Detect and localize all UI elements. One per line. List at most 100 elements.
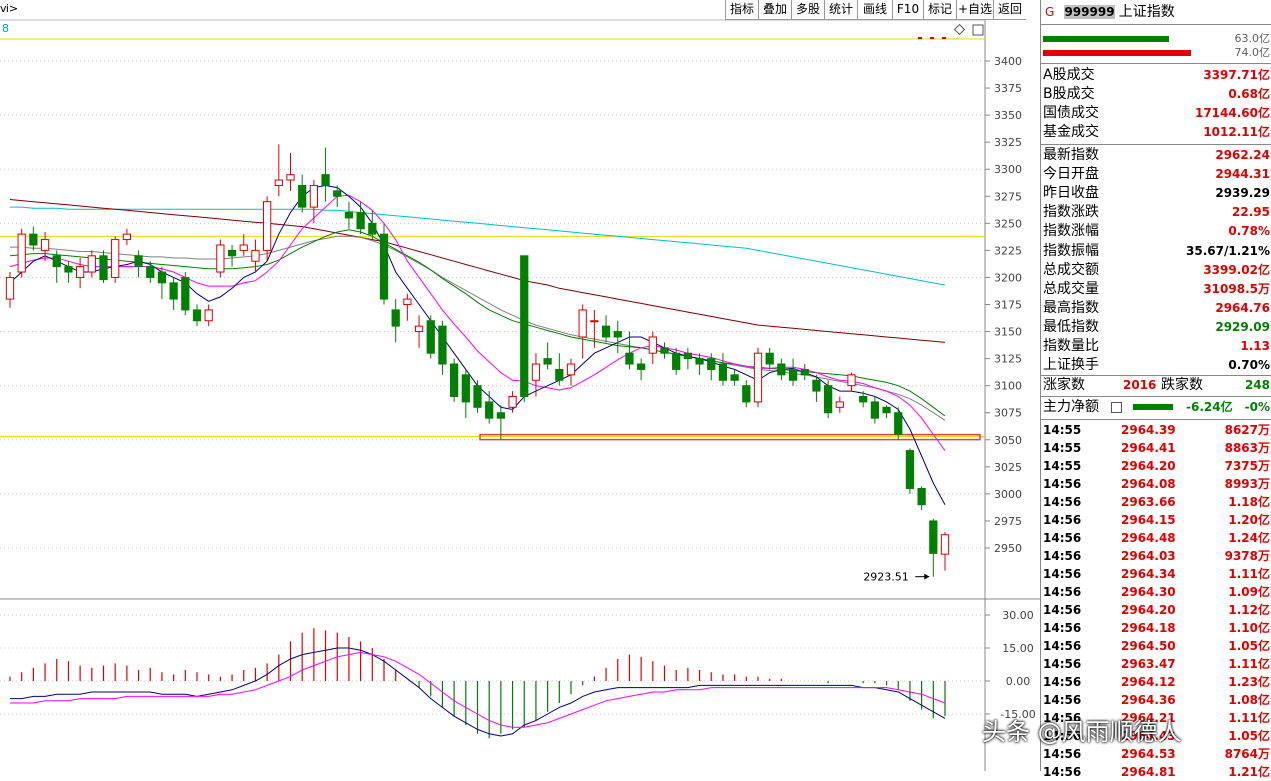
candle-body [777,363,786,376]
support-box [479,433,981,441]
stat-row: 上证换手 0.70% [1041,356,1271,375]
y-tick-label: 3225 [994,244,1022,257]
tick-volume: 1.09亿 [1228,585,1270,599]
up-label: 涨家数 [1043,377,1085,393]
toolbar-button-0[interactable]: 指标 [725,0,758,20]
candle-body [134,255,143,268]
chart-canvas[interactable]: 3400 3375 3350 3325 3300 3275 3250 3225 3200 3175… [0,0,1040,771]
candle-body [531,363,541,381]
diamond-icon [953,23,966,36]
stat-value: 2929.09 [1215,319,1270,334]
candle-body [450,363,459,397]
tick-row: 14:55 2964.20 7375万 [1041,457,1271,475]
tick-row: 14:56 2964.30 1.09亿 [1041,583,1271,601]
candle-body [940,534,950,555]
toolbar-button-1[interactable]: 叠加 [758,0,791,20]
y-tick-label: 3050 [994,434,1022,447]
toolbar-button-6[interactable]: 标记 [923,0,956,20]
stat-label: 总成交量 [1043,280,1099,297]
candle-body [181,276,190,311]
candle-body [765,352,774,365]
tick-price: 2964.81 [1121,765,1176,779]
stat-row: 最低指数 2929.09 [1041,318,1271,337]
candle-body [216,244,225,273]
candle-body [40,239,50,251]
tick-row: 14:56 2964.15 1.20亿 [1041,511,1271,529]
y-tick-label: 3025 [994,461,1022,474]
candle-body [356,212,365,230]
kline-chart-area[interactable]: 3400 3375 3350 3325 3300 3275 3250 3225 3200 3175… [0,0,1040,771]
ma5-line [9,184,946,505]
toolbar-left-glyph[interactable]: ⅵ> [0,2,18,15]
turnover-row: A股成交 3397.71亿 [1041,66,1271,85]
tick-volume: 1.11亿 [1228,567,1270,581]
tick-price: 2964.03 [1121,549,1176,563]
candle-body [274,179,283,186]
candle-body [344,212,354,219]
toolbar-button-8[interactable]: 返回 [993,0,1026,20]
watermark: 头条 @风雨顺德人 [982,718,1182,746]
stat-label: 昨日收盘 [1043,185,1099,202]
turnover-value: 1012.11亿 [1203,125,1270,139]
tick-row: 14:56 2964.08 8993万 [1041,475,1271,493]
y-tick-label: 3100 [994,380,1022,393]
stat-label: 最新指数 [1043,147,1099,163]
tick-volume: 1.11亿 [1228,711,1270,725]
candle-body [473,385,482,408]
toolbar-button-5[interactable]: F10 [892,0,923,20]
y-tick-label: 3175 [994,299,1022,312]
stat-label: 上证换手 [1043,357,1099,374]
tick-row: 14:56 2964.81 1.21亿 [1041,763,1271,781]
main-flow-icon[interactable] [1111,402,1122,413]
candle-body [788,368,798,381]
candle-body [508,395,517,408]
candle-body [111,239,120,278]
index-code: 999999 [1064,5,1115,19]
candle-body [309,184,318,208]
candle-body [122,233,131,241]
marker-dash [942,37,946,39]
tick-price: 2964.20 [1121,603,1176,617]
candle-body [146,266,155,278]
tick-row: 14:56 2963.47 1.11亿 [1041,655,1271,673]
macd-tick-label: 30.00 [1002,609,1034,622]
tick-price: 2964.08 [1121,477,1176,491]
tick-row: 14:56 2964.12 1.23亿 [1041,673,1271,691]
candle-body [5,276,15,300]
tick-volume: 1.05亿 [1228,639,1270,653]
candle-body [882,406,891,414]
candle-body [870,401,879,419]
tick-price: 2964.12 [1121,675,1176,689]
main-flow-pct: -0% [1244,400,1270,414]
candle-body [520,255,529,397]
tick-time: 14:56 [1043,657,1082,671]
stat-value: 35.67/1.21% [1186,243,1270,258]
y-tick-label: 2975 [994,515,1022,528]
tick-volume: 8863万 [1224,441,1270,455]
toolbar-button-3[interactable]: 统计 [824,0,857,20]
macd-tick-label: 15.00 [1002,642,1034,655]
stat-value: 2964.76 [1215,300,1270,315]
bar2-value: 74.0亿 [1234,46,1271,59]
tick-price: 2964.20 [1121,459,1176,473]
candle-body [321,174,330,186]
main-flow-value: -6.24亿 [1186,400,1233,414]
tick-time: 14:56 [1043,513,1082,527]
tick-time: 14:56 [1043,639,1082,653]
toolbar-button-2[interactable]: 多股 [791,0,824,20]
candle-body [613,331,622,338]
stat-label: 指数振幅 [1043,242,1099,259]
y-tick-label: 3200 [994,271,1022,284]
candle-body [403,298,412,306]
stat-value: 22.95 [1232,205,1270,220]
candle-body [298,184,307,208]
toolbar-button-7[interactable]: +自选 [956,0,993,20]
candle-body [859,395,868,403]
stat-value: 1.13 [1240,339,1270,353]
tick-time: 14:56 [1043,747,1082,761]
y-tick-label: 3150 [994,326,1022,339]
toolbar-button-4[interactable]: 画线 [857,0,892,20]
stat-label: 最高指数 [1043,299,1099,316]
tick-time: 14:56 [1043,621,1082,635]
stat-label: 最低指数 [1043,318,1099,335]
